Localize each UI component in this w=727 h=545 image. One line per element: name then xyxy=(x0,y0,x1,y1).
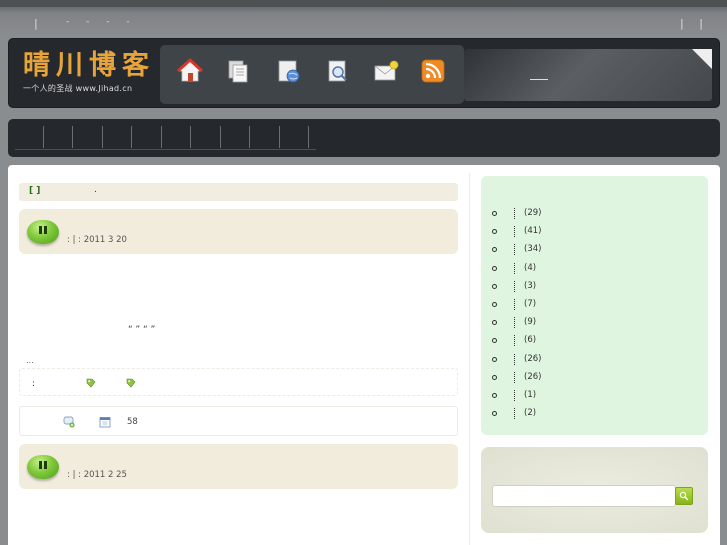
pause-icon[interactable] xyxy=(27,220,59,244)
category-count: (3) xyxy=(524,280,537,291)
category-count: (2) xyxy=(524,408,537,419)
menu-divider xyxy=(308,126,309,148)
post-meta: : | : 2011 2 25 xyxy=(67,470,127,480)
pause-icon[interactable] xyxy=(27,455,59,479)
calendar-icon xyxy=(99,416,111,431)
menu-divider xyxy=(161,126,162,148)
post-tags: : xyxy=(19,368,458,396)
post-ellipsis: ... xyxy=(26,356,34,365)
column-divider xyxy=(469,173,470,545)
logo-subtitle: 一个人的圣战 www.Jihad.cn xyxy=(23,84,133,93)
category-count: (6) xyxy=(524,335,537,346)
top-separator-left: | xyxy=(34,17,38,30)
top-links[interactable]: - - - - xyxy=(66,17,137,27)
notice-brackets[interactable]: [ ] xyxy=(29,186,40,196)
menu-divider xyxy=(43,126,44,148)
banner-line xyxy=(530,79,548,80)
top-separator-right: | | xyxy=(680,17,709,30)
home-icon[interactable] xyxy=(176,57,204,85)
icon-nav xyxy=(160,45,464,104)
tags-label: : xyxy=(32,379,36,389)
banner-page-curl[interactable] xyxy=(692,49,712,69)
site-logo[interactable]: 晴川博客 一个人的圣战 www.Jihad.cn xyxy=(23,51,155,94)
category-count: (4) xyxy=(524,262,537,273)
post-info: 58 xyxy=(19,406,458,436)
category-count: (41) xyxy=(524,226,542,237)
menu-divider xyxy=(220,126,221,148)
menu-divider xyxy=(279,126,280,148)
category-count: (1) xyxy=(524,389,537,400)
menu-divider xyxy=(131,126,132,148)
category-count: (9) xyxy=(524,317,537,328)
notice-bar: [ ] . xyxy=(19,183,458,201)
browser-icon[interactable] xyxy=(275,57,303,85)
notice-dot: . xyxy=(94,185,97,195)
comment-count: 58 xyxy=(127,417,138,427)
category-count: (7) xyxy=(524,298,537,309)
comment-add-icon[interactable] xyxy=(63,416,75,431)
rss-icon[interactable] xyxy=(419,57,447,85)
main-menu xyxy=(8,119,720,157)
search-icon xyxy=(679,491,689,501)
menu-divider xyxy=(190,126,191,148)
post-quote: “ ” “ ” xyxy=(128,325,156,335)
menu-divider xyxy=(249,126,250,148)
menu-divider xyxy=(102,126,103,148)
pages-icon[interactable] xyxy=(225,57,253,85)
category-count: (26) xyxy=(524,371,542,382)
mail-icon[interactable] xyxy=(372,57,400,85)
post-meta: : | : 2011 3 20 xyxy=(67,235,127,245)
top-bar: | - - - - | | xyxy=(0,0,727,36)
logo-title: 晴川博客 xyxy=(23,50,155,81)
site-header: 晴川博客 一个人的圣战 www.Jihad.cn xyxy=(8,38,720,108)
tag-icon[interactable] xyxy=(86,378,96,388)
post-header: : | : 2011 3 20 xyxy=(19,209,458,254)
category-count: (29) xyxy=(524,208,542,218)
header-banner xyxy=(464,49,712,101)
menu-divider xyxy=(72,126,73,148)
search-button[interactable] xyxy=(675,487,693,505)
category-panel: (29) (41) (34) (4) (3) (7) (9) (6) (26) … xyxy=(481,176,708,435)
search-input[interactable] xyxy=(492,485,676,507)
tag-icon[interactable] xyxy=(126,378,136,388)
search-panel xyxy=(481,447,708,533)
category-count: (26) xyxy=(524,353,542,364)
menu-underline xyxy=(15,149,316,150)
search-doc-icon[interactable] xyxy=(324,57,352,85)
content-area: [ ] . : | : 2011 3 20 “ ” “ ” ... : 58 :… xyxy=(8,165,720,545)
category-count: (34) xyxy=(524,244,542,255)
post-header: : | : 2011 2 25 xyxy=(19,444,458,489)
